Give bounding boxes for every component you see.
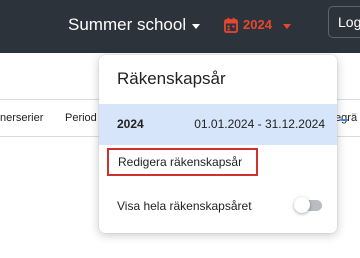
- top-bar: Summer school 2024 Logga in: [0, 0, 360, 53]
- tab-period[interactable]: Period: [65, 100, 97, 136]
- calendar-icon: [224, 17, 238, 33]
- fiscal-year-option[interactable]: 2024 01.01.2024 - 31.12.2024: [99, 104, 337, 145]
- school-name: Summer school: [68, 15, 187, 34]
- tab-number-series[interactable]: nerserier: [0, 100, 43, 136]
- fiscal-year-selector[interactable]: 2024: [224, 14, 291, 36]
- dropdown-title: Räkenskapsår: [117, 69, 226, 88]
- fiscal-year-option-year: 2024: [117, 117, 144, 131]
- chevron-down-icon: [192, 23, 201, 29]
- show-all-fiscal-year-label: Visa hela räkenskapsåret: [117, 199, 252, 213]
- edit-fiscal-year-link[interactable]: Redigera räkenskapsår: [107, 148, 258, 176]
- school-selector[interactable]: Summer school: [68, 14, 201, 36]
- chevron-down-icon: [282, 23, 291, 29]
- fiscal-year-option-range: 01.01.2024 - 31.12.2024: [194, 117, 325, 131]
- fiscal-year-value: 2024: [243, 17, 272, 32]
- scroll-indicator-icon: [339, 112, 349, 122]
- show-all-fiscal-year-toggle[interactable]: [294, 197, 324, 213]
- fiscal-year-dropdown: Räkenskapsår 2024 01.01.2024 - 31.12.202…: [99, 55, 337, 233]
- login-button[interactable]: Logga in: [328, 6, 360, 38]
- toggle-knob: [294, 197, 310, 213]
